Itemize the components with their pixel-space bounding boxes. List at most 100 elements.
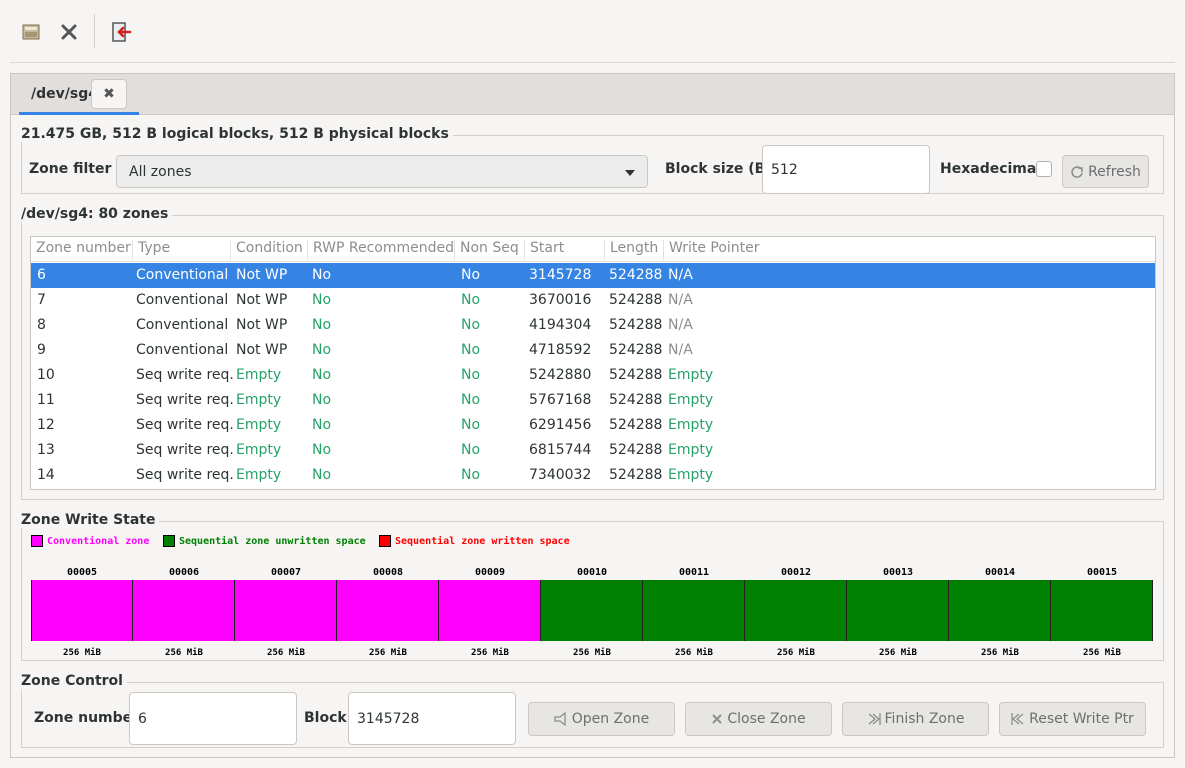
zone-map-block [745,580,847,641]
table-row[interactable]: 13 Seq write req. Empty No No 6815744 524288 Em… [31,438,1155,463]
cell-length: 524288 [609,467,663,483]
hexadecimal-checkbox[interactable] [1036,161,1052,177]
zone-map-size: 256 MiB [63,648,101,658]
tab-bar: /dev/sg4 ✖ [11,74,1174,115]
zone-number-input[interactable]: 6 [129,692,297,745]
cell-type: Seq write req. [136,467,234,483]
zone-map-size: 256 MiB [981,648,1019,658]
zone-map-label: 00007 [270,567,302,578]
close-icon [61,24,77,40]
open-device-button[interactable] [16,16,48,48]
zone-map-size: 256 MiB [1083,648,1121,658]
col-write-pointer[interactable]: Write Pointer [663,240,863,260]
col-zone-number[interactable]: Zone number [31,240,132,260]
cell-length: 524288 [609,417,663,433]
chevron-down-icon [625,170,635,176]
toolbar [0,0,1185,62]
zone-map-size: 256 MiB [165,648,203,658]
table-row[interactable]: 8 Conventional Not WP No No 4194304 524288 N/A [31,313,1155,338]
col-rwp-recommended[interactable]: RWP Recommended [307,240,454,260]
table-row[interactable]: 6 Conventional Not WP No No 3145728 524288 N/A [31,263,1155,288]
cell-start: 6815744 [529,442,592,458]
cell-non-seq: No [461,267,481,283]
cell-rwp-recommended: No [312,342,332,358]
cell-write-pointer: Empty [668,417,714,433]
zone-map-size: 256 MiB [879,648,917,658]
zone-map-label: 00013 [882,567,914,578]
close-device-button[interactable] [53,16,85,48]
cell-write-pointer: Empty [668,392,714,408]
close-zone-label: Close Zone [727,711,806,727]
zones-table[interactable]: Zone number Type Condition RWP Recommend… [30,236,1156,490]
zone-map-block [949,580,1051,641]
zone-map-size: 256 MiB [777,648,815,658]
cell-zone-number: 7 [37,292,46,308]
col-length[interactable]: Length [604,240,663,260]
zone-map-block [133,580,235,641]
zone-filter-select[interactable]: All zones [116,155,648,188]
table-row[interactable]: 11 Seq write req. Empty No No 5767168 524288 Em… [31,388,1155,413]
cell-rwp-recommended: No [312,267,332,283]
finish-zone-button[interactable]: Finish Zone [842,702,989,736]
table-row[interactable]: 9 Conventional Not WP No No 4718592 524288 N/A [31,338,1155,363]
cell-type: Conventional [136,317,229,333]
open-zone-button[interactable]: Open Zone [528,702,675,736]
block-size-label: Block size (B) [665,161,772,177]
tab-dev-sg4[interactable]: /dev/sg4 ✖ [19,74,139,115]
cell-non-seq: No [461,442,481,458]
cell-type: Seq write req. [136,392,234,408]
cell-non-seq: No [461,392,481,408]
toolbar-separator [94,14,95,48]
block-size-input[interactable]: 512 [762,145,930,194]
refresh-button[interactable]: Refresh [1062,155,1149,188]
cell-rwp-recommended: No [312,292,332,308]
legend-label-conventional: Conventional zone [47,535,150,547]
cell-start: 4718592 [529,342,592,358]
zone-map-block [235,580,337,641]
close-icon: ✖ [103,86,115,102]
cell-condition: Not WP [236,292,288,308]
cell-condition: Empty [236,367,282,383]
cell-zone-number: 10 [37,367,55,383]
close-zone-button[interactable]: Close Zone [685,702,832,736]
zone-map-block [643,580,745,641]
cell-start: 3145728 [529,267,592,283]
cell-start: 4194304 [529,317,592,333]
cell-type: Conventional [136,292,229,308]
cell-rwp-recommended: No [312,442,332,458]
quit-button[interactable] [104,16,136,48]
cell-length: 524288 [609,292,663,308]
zone-map-block [337,580,439,641]
tab-close-button[interactable]: ✖ [91,79,127,109]
zone-map-label: 00011 [678,567,710,578]
zones-title: /dev/sg4: 80 zones [21,206,173,222]
table-row[interactable]: 12 Seq write req. Empty No No 6291456 524288 Em… [31,413,1155,438]
cell-condition: Empty [236,442,282,458]
legend-written: Sequential zone written space [379,535,570,547]
table-row[interactable]: 7 Conventional Not WP No No 3670016 524288 N/A [31,288,1155,313]
block-value: 3145728 [357,711,420,727]
refresh-label: Refresh [1088,163,1141,180]
cell-length: 524288 [609,267,663,283]
col-type[interactable]: Type [132,240,230,260]
col-start[interactable]: Start [524,240,604,260]
cell-condition: Empty [236,392,282,408]
block-input[interactable]: 3145728 [348,692,516,745]
cell-type: Seq write req. [136,442,234,458]
col-non-seq[interactable]: Non Seq [454,240,524,260]
cell-length: 524288 [609,442,663,458]
cell-length: 524288 [609,317,663,333]
cell-write-pointer: N/A [668,292,693,308]
cell-start: 5242880 [529,367,592,383]
table-row[interactable]: 10 Seq write req. Empty No No 5242880 524288 Em… [31,363,1155,388]
cell-type: Seq write req. [136,417,234,433]
finish-zone-label: Finish Zone [884,711,965,727]
reset-icon [1011,713,1024,725]
block-label: Block [304,710,347,726]
cell-zone-number: 8 [37,317,46,333]
cell-condition: Not WP [236,267,288,283]
table-row[interactable]: 14 Seq write req. Empty No No 7340032 524288 Em… [31,463,1155,488]
cell-rwp-recommended: No [312,367,332,383]
col-condition[interactable]: Condition [230,240,307,260]
reset-write-ptr-button[interactable]: Reset Write Ptr [999,702,1146,736]
